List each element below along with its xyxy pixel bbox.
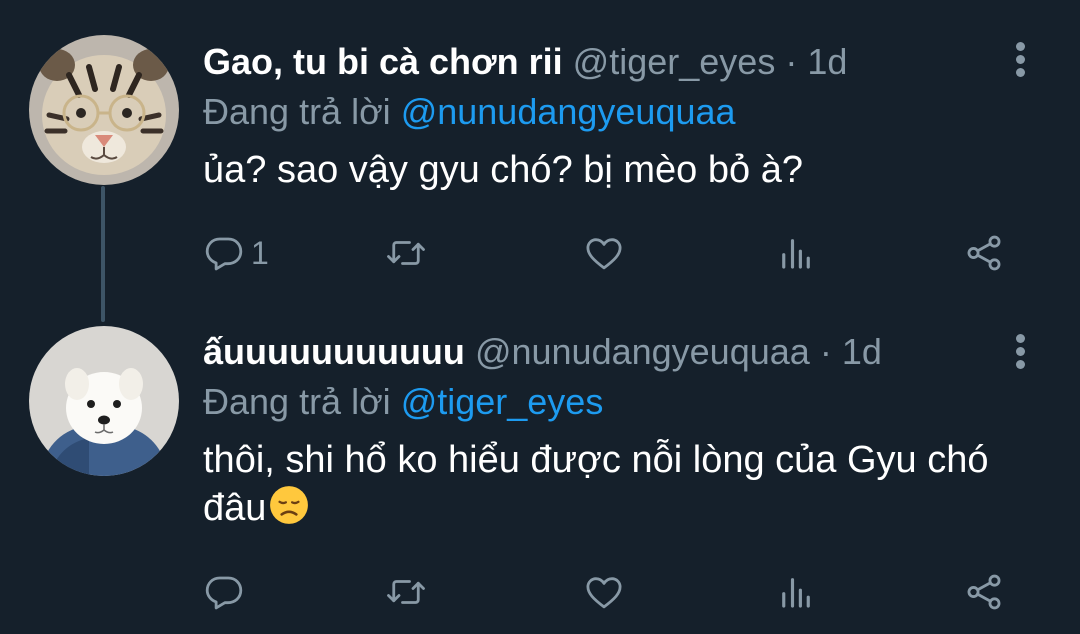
retweet-button[interactable] [385, 231, 427, 275]
avatar-dog[interactable] [29, 326, 179, 476]
tweet-header: Gao, tu bi cà chơn rii @tiger_eyes · 1d [203, 40, 1010, 84]
reply-icon [205, 576, 243, 610]
tweet-text-line: đâu [203, 484, 1010, 532]
tweet-text: thôi, shi hổ ko hiểu được nỗi lòng của G… [203, 436, 1010, 532]
separator-dot: · [785, 41, 798, 82]
replying-to: Đang trả lời @nunudangyeuquaa [203, 90, 1010, 134]
reply-button[interactable] [203, 570, 251, 614]
replying-to-handle[interactable]: @nunudangyeuquaa [401, 91, 736, 132]
timestamp[interactable]: 1d [842, 331, 882, 372]
tweet-header: ấuuuuuuuuuuu @nunudangyeuquaa · 1d [203, 330, 1010, 374]
replying-to-label: Đang trả lời [203, 381, 401, 422]
like-icon [586, 577, 622, 609]
replying-to: Đang trả lời @tiger_eyes [203, 380, 1010, 424]
analytics-icon [782, 239, 810, 269]
analytics-button[interactable] [775, 570, 817, 614]
tweet-text-line: thôi, shi hổ ko hiểu được nỗi lòng của G… [203, 439, 989, 481]
like-button[interactable] [583, 231, 625, 275]
tweet-actions: 1 [203, 231, 1023, 275]
separator-dot: · [819, 331, 832, 372]
user-handle[interactable]: @nunudangyeuquaa [475, 331, 810, 372]
tweet-content: ấuuuuuuuuuuu @nunudangyeuquaa · 1d Đang … [203, 330, 1010, 532]
share-icon [967, 574, 1001, 610]
tweet-actions [203, 570, 1023, 614]
tweet[interactable]: Gao, tu bi cà chơn rii @tiger_eyes · 1d … [0, 0, 1080, 322]
more-options-icon[interactable] [1008, 334, 1032, 374]
share-button[interactable] [963, 570, 1005, 614]
tiger-avatar-image [29, 35, 179, 185]
replying-to-label: Đang trả lời [203, 91, 401, 132]
avatar-tiger[interactable] [29, 35, 179, 185]
share-icon [967, 235, 1001, 271]
dog-avatar-image [29, 326, 179, 476]
tweet-text: ủa? sao vậy gyu chó? bị mèo bỏ à? [203, 149, 803, 191]
reply-icon [205, 237, 243, 271]
replying-to-handle[interactable]: @tiger_eyes [401, 381, 604, 422]
disappointed-face-icon [268, 484, 310, 526]
analytics-icon [782, 578, 810, 608]
tweet-content: Gao, tu bi cà chơn rii @tiger_eyes · 1d … [203, 40, 1010, 194]
like-button[interactable] [583, 570, 625, 614]
user-handle[interactable]: @tiger_eyes [573, 41, 776, 82]
more-options-icon[interactable] [1008, 42, 1032, 82]
display-name[interactable]: ấuuuuuuuuuuu [203, 331, 465, 372]
retweet-icon [387, 241, 425, 265]
share-button[interactable] [963, 231, 1005, 275]
retweet-button[interactable] [385, 570, 427, 614]
tweet[interactable]: ấuuuuuuuuuuu @nunudangyeuquaa · 1d Đang … [0, 318, 1080, 634]
reply-count: 1 [251, 234, 269, 271]
retweet-icon [387, 580, 425, 604]
timestamp[interactable]: 1d [807, 41, 847, 82]
analytics-button[interactable] [775, 231, 817, 275]
reply-button[interactable]: 1 [203, 231, 269, 275]
thread-connector [101, 186, 105, 322]
display-name[interactable]: Gao, tu bi cà chơn rii [203, 41, 563, 82]
like-icon [586, 238, 622, 270]
tweet-text-fragment: đâu [203, 487, 267, 529]
